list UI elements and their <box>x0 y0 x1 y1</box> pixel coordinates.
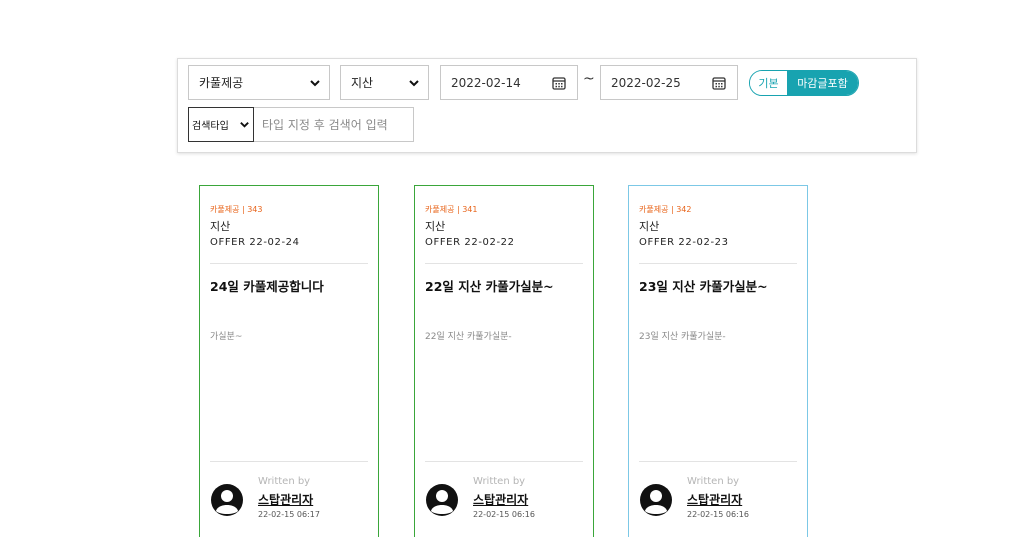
post-datetime: 22-02-15 06:17 <box>258 510 320 519</box>
post-location: 지산 <box>425 220 446 233</box>
search-input[interactable] <box>254 107 414 142</box>
chevron-down-icon <box>240 122 249 128</box>
divider <box>425 263 583 264</box>
author-name[interactable]: 스탑관리자 <box>473 491 528 508</box>
divider <box>210 263 368 264</box>
written-by-label: Written by <box>473 476 526 487</box>
post-datetime: 22-02-15 06:16 <box>687 510 749 519</box>
date-to-value: 2022-02-25 <box>611 75 681 90</box>
post-meta: 카풀제공 | 343 <box>210 205 263 214</box>
toggle-include-closed[interactable]: 마감글포함 <box>787 71 858 95</box>
date-range-separator: ~ <box>583 71 595 87</box>
divider <box>210 461 368 462</box>
search-type-select[interactable]: 검색타입 <box>188 107 254 142</box>
region-select-value: 지산 <box>351 76 374 90</box>
category-select[interactable]: 카풀제공 <box>188 65 330 100</box>
region-select[interactable]: 지산 <box>340 65 429 100</box>
post-body: 22일 지산 카풀가실분- <box>425 332 512 342</box>
toggle-basic[interactable]: 기본 <box>750 71 787 95</box>
post-title[interactable]: 23일 지산 카풀가실분~ <box>639 276 768 295</box>
filter-panel: 카풀제공 지산 2022-02-14 ~ 2022-02-25 기본 마감글포함… <box>177 58 917 153</box>
calendar-icon[interactable] <box>552 76 566 90</box>
author-name[interactable]: 스탑관리자 <box>258 491 313 508</box>
post-location: 지산 <box>210 220 231 233</box>
date-from-value: 2022-02-14 <box>451 75 521 90</box>
post-offer-date: OFFER 22-02-24 <box>210 237 300 248</box>
post-location: 지산 <box>639 220 660 233</box>
chevron-down-icon <box>409 80 419 87</box>
user-avatar-icon <box>211 484 243 516</box>
post-datetime: 22-02-15 06:16 <box>473 510 535 519</box>
divider <box>639 461 797 462</box>
user-avatar-icon <box>426 484 458 516</box>
divider <box>639 263 797 264</box>
post-offer-date: OFFER 22-02-22 <box>425 237 515 248</box>
search-type-value: 검색타입 <box>192 121 229 132</box>
chevron-down-icon <box>310 80 320 87</box>
divider <box>425 461 583 462</box>
post-card[interactable]: 카풀제공 | 342 지산 OFFER 22-02-23 23일 지산 카풀가실… <box>628 185 808 537</box>
post-title[interactable]: 24일 카풀제공합니다 <box>210 276 324 295</box>
closed-posts-toggle: 기본 마감글포함 <box>749 70 859 96</box>
written-by-label: Written by <box>687 476 740 487</box>
author-name[interactable]: 스탑관리자 <box>687 491 742 508</box>
date-from-input[interactable]: 2022-02-14 <box>440 65 578 100</box>
post-title[interactable]: 22일 지산 카풀가실분~ <box>425 276 554 295</box>
post-body: 23일 지산 카풀가실분- <box>639 332 726 342</box>
post-offer-date: OFFER 22-02-23 <box>639 237 729 248</box>
post-card[interactable]: 카풀제공 | 343 지산 OFFER 22-02-24 24일 카풀제공합니다… <box>199 185 379 537</box>
post-body: 가실분~ <box>210 332 243 342</box>
post-meta: 카풀제공 | 341 <box>425 205 478 214</box>
calendar-icon[interactable] <box>712 76 726 90</box>
post-card[interactable]: 카풀제공 | 341 지산 OFFER 22-02-22 22일 지산 카풀가실… <box>414 185 594 537</box>
user-avatar-icon <box>640 484 672 516</box>
post-meta: 카풀제공 | 342 <box>639 205 692 214</box>
date-to-input[interactable]: 2022-02-25 <box>600 65 738 100</box>
category-select-value: 카풀제공 <box>199 76 244 90</box>
written-by-label: Written by <box>258 476 311 487</box>
